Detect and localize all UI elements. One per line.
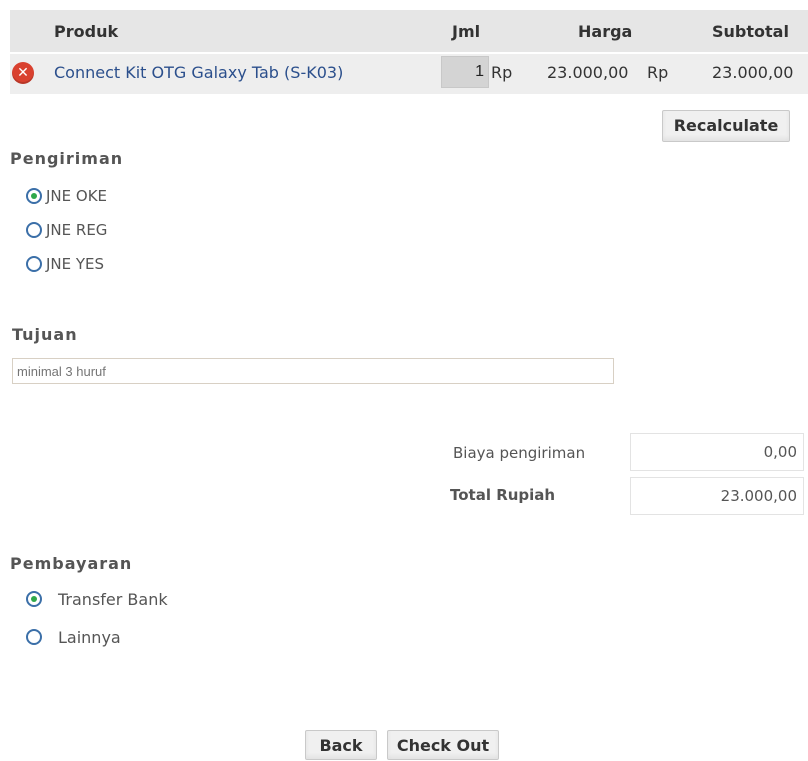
radio-label-jne-oke: JNE OKE: [46, 187, 108, 205]
product-link[interactable]: Connect Kit OTG Galaxy Tab (S-K03): [54, 63, 343, 83]
shipping-cost-field: 0,00: [630, 433, 804, 471]
header-product: Produk: [54, 22, 119, 41]
header-qty: Jml: [452, 22, 481, 41]
shipping-cost-label: Biaya pengiriman: [453, 444, 586, 462]
cart-header: [10, 10, 808, 52]
price-currency: Rp: [491, 63, 513, 82]
radio-transfer-bank[interactable]: [26, 591, 42, 607]
radio-label-jne-reg: JNE REG: [46, 221, 108, 239]
radio-jne-oke[interactable]: [26, 188, 42, 204]
radio-jne-reg[interactable]: [26, 222, 42, 238]
radio-label-transfer-bank: Transfer Bank: [58, 590, 168, 609]
total-field: 23.000,00: [630, 477, 804, 515]
radio-label-jne-yes: JNE YES: [46, 255, 105, 273]
recalculate-button[interactable]: Recalculate: [662, 110, 790, 142]
radio-lainnya[interactable]: [26, 629, 42, 645]
shipping-title: Pengiriman: [10, 149, 124, 168]
header-price: Harga: [578, 22, 633, 41]
remove-icon[interactable]: ✕: [12, 62, 34, 84]
checkout-button[interactable]: Check Out: [387, 730, 499, 760]
destination-input[interactable]: [12, 358, 614, 384]
payment-title: Pembayaran: [10, 554, 133, 573]
price-value: 23.000,00: [547, 63, 629, 82]
radio-label-lainnya: Lainnya: [58, 628, 121, 647]
destination-title: Tujuan: [12, 325, 78, 344]
subtotal-currency: Rp: [647, 63, 669, 82]
back-button[interactable]: Back: [305, 730, 377, 760]
subtotal-value: 23.000,00: [712, 63, 794, 82]
header-subtotal: Subtotal: [712, 22, 789, 41]
radio-jne-yes[interactable]: [26, 256, 42, 272]
total-label: Total Rupiah: [450, 486, 556, 504]
quantity-input[interactable]: [441, 56, 489, 88]
